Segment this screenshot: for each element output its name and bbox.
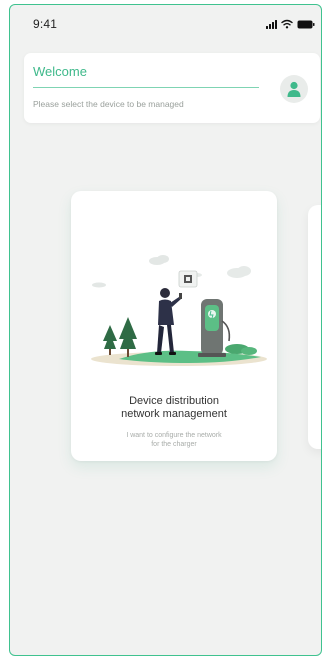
signal-icon — [266, 19, 277, 29]
card-description-line: for the charger — [151, 441, 197, 448]
card-description-line: I want to configure the network — [126, 432, 222, 439]
app-screen: 9:41 Welcome Please select the device to… — [9, 4, 322, 656]
welcome-subtitle: Please select the device to be managed — [33, 99, 184, 109]
user-avatar-button[interactable] — [280, 75, 308, 103]
status-bar: 9:41 — [10, 5, 321, 43]
device-distribution-card[interactable]: Device distribution network management I… — [71, 191, 277, 461]
status-icons — [266, 18, 315, 30]
card-title-line: network management — [121, 408, 227, 420]
person-configuring-charger-illustration — [91, 255, 267, 366]
card-title: Device distribution network management — [71, 395, 277, 421]
welcome-title: Welcome — [33, 64, 87, 79]
wifi-icon — [281, 19, 293, 29]
user-icon — [287, 81, 301, 97]
welcome-divider — [33, 87, 259, 88]
card-description: I want to configure the network for the … — [71, 431, 277, 449]
battery-icon — [297, 20, 315, 28]
status-time: 9:41 — [33, 17, 58, 31]
next-device-card[interactable] — [308, 205, 321, 449]
welcome-card: Welcome Please select the device to be m… — [24, 53, 320, 123]
card-title-line: Device distribution — [129, 395, 219, 407]
